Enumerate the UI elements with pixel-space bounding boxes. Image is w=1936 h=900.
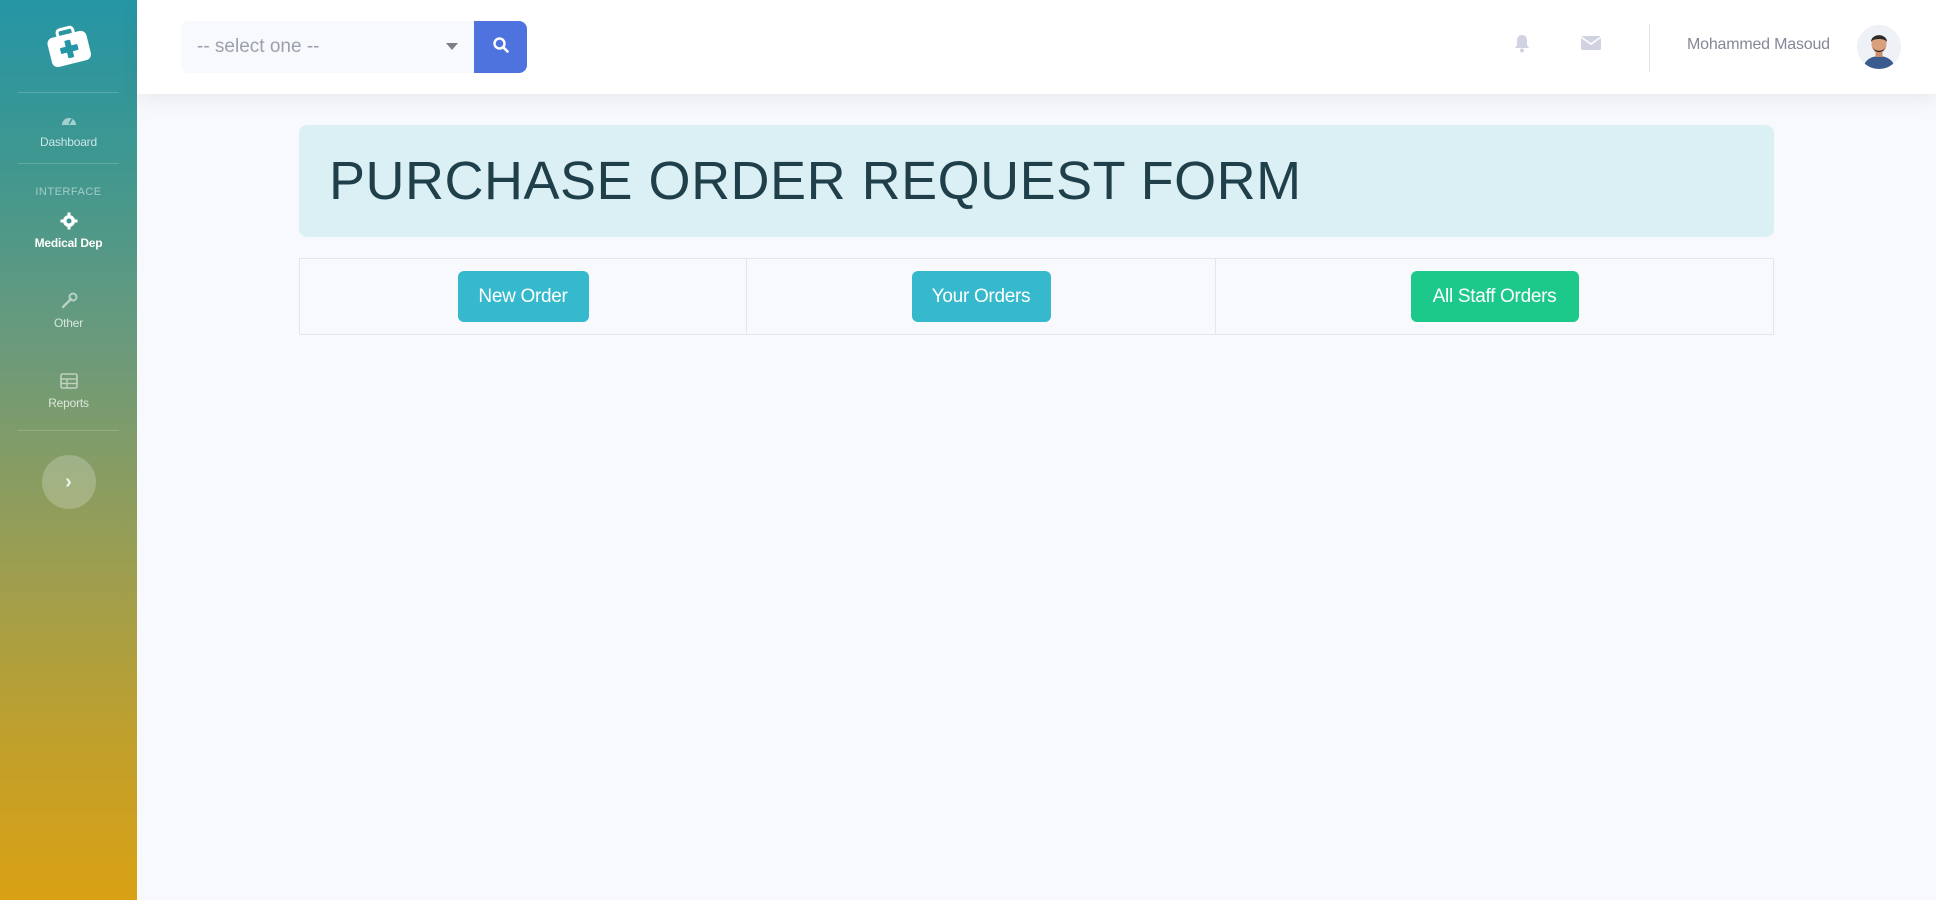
sidebar-toggle-button[interactable]: › (41, 455, 96, 509)
search-icon (492, 36, 510, 59)
department-select[interactable]: -- select one -- (181, 21, 474, 73)
sidebar-item-dashboard[interactable]: Dashboard (0, 93, 137, 163)
action-cell: Your Orders (747, 259, 1216, 334)
action-cell: All Staff Orders (1216, 259, 1773, 334)
medical-kit-icon (44, 24, 94, 68)
brand[interactable] (0, 0, 137, 92)
chevron-right-icon: › (65, 470, 72, 493)
sidebar-divider (18, 430, 119, 431)
dashboard-icon (60, 111, 78, 129)
envelope-icon (1580, 35, 1602, 56)
topbar-divider (1649, 24, 1650, 72)
bell-icon (1513, 33, 1531, 58)
alerts-button[interactable] (1511, 34, 1533, 56)
sidebar-heading: INTERFACE (35, 186, 102, 198)
sidebar-item-other[interactable]: Other (0, 264, 137, 344)
user-name[interactable]: Mohammed Masoud (1687, 36, 1830, 54)
all-staff-orders-button[interactable]: All Staff Orders (1410, 271, 1579, 322)
search-group: -- select one -- (181, 21, 527, 73)
page-header: PURCHASE ORDER REQUEST FORM (299, 125, 1774, 237)
sidebar-item-reports[interactable]: Reports (0, 344, 137, 424)
messages-button[interactable] (1580, 34, 1602, 56)
page-title: PURCHASE ORDER REQUEST FORM (329, 151, 1302, 211)
sidebar-item-label: Reports (48, 396, 89, 410)
select-value: -- select one -- (197, 36, 320, 57)
new-order-button[interactable]: New Order (457, 271, 589, 322)
caret-down-icon (446, 43, 458, 50)
sidebar-item-medical-dep[interactable]: Medical Dep (0, 198, 137, 264)
actions-table: New Order Your Orders All Staff Orders (299, 258, 1774, 335)
wrench-icon (60, 292, 78, 310)
action-cell: New Order (300, 259, 747, 334)
sidebar-item-label: Dashboard (40, 135, 97, 149)
topbar: -- select one -- Mohammed Masoud (137, 0, 1936, 94)
search-button[interactable] (474, 21, 527, 73)
sidebar: Dashboard INTERFACE Medical Dep Other Re… (0, 0, 137, 900)
avatar[interactable] (1857, 25, 1901, 69)
sidebar-item-label: Other (53, 316, 83, 330)
sidebar-item-label: Medical Dep (34, 236, 103, 250)
gear-icon (60, 212, 78, 230)
table-icon (59, 372, 78, 390)
your-orders-button[interactable]: Your Orders (911, 271, 1051, 322)
